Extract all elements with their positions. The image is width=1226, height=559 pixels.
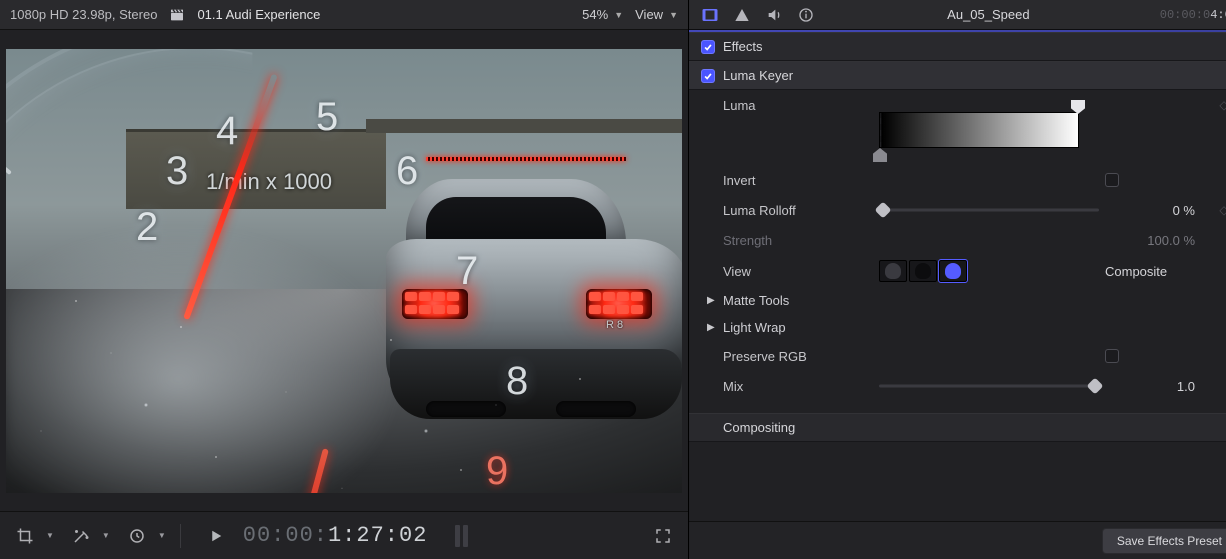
viewer-panel: 1080p HD 23.98p, Stereo 01.1 Audi Experi…: [0, 0, 689, 559]
mix-slider[interactable]: [879, 379, 1099, 393]
clapperboard-icon: [169, 7, 185, 23]
save-effects-preset-button[interactable]: Save Effects Preset: [1102, 528, 1226, 554]
viewer-canvas-wrap: R8 2 3 4 5 6 7 8 9 1/min x 1000: [0, 30, 688, 511]
chevron-down-icon: ▼: [614, 10, 623, 20]
param-row-invert: Invert ◇: [689, 165, 1226, 195]
tach-num-3: 3: [166, 149, 188, 194]
matte-tools-disclosure[interactable]: ▶ Matte Tools: [689, 287, 1226, 314]
tach-num-4: 4: [216, 109, 238, 154]
audio-inspector-tab[interactable]: [763, 4, 785, 26]
strength-value: 100.0 %: [1105, 233, 1205, 248]
crop-tool-button[interactable]: [12, 524, 38, 548]
tach-num-8: 8: [506, 359, 528, 404]
compositing-label: Compositing: [723, 420, 795, 435]
effects-enable-checkbox[interactable]: [701, 40, 715, 54]
luma-rolloff-slider[interactable]: [879, 203, 1099, 217]
light-wrap-disclosure[interactable]: ▶ Light Wrap: [689, 314, 1226, 341]
play-button[interactable]: [203, 524, 229, 548]
view-thumb-composite[interactable]: [939, 260, 967, 282]
param-row-view: View Composite ◇: [689, 255, 1226, 287]
inspector-clip-name: Au_05_Speed: [827, 7, 1150, 22]
chevron-down-icon: ▼: [669, 10, 678, 20]
param-row-luma: Luma ◇: [689, 90, 1226, 165]
tach-num-5: 5: [316, 95, 338, 140]
param-row-mix: Mix 1.0 ◇: [689, 371, 1226, 401]
zoom-menu[interactable]: 54% ▼: [582, 7, 623, 22]
viewer-timecode[interactable]: 00:00:1:27:02: [243, 523, 428, 548]
mix-label: Mix: [723, 379, 873, 394]
preserve-rgb-label: Preserve RGB: [723, 349, 873, 364]
luma-keyer-enable-checkbox[interactable]: [701, 69, 715, 83]
disclosure-triangle-icon: ▶: [707, 295, 717, 306]
inspector-body: Effects Luma Keyer Luma ◇: [689, 32, 1226, 521]
luma-rolloff-label: Luma Rolloff: [723, 203, 873, 218]
viewer-title: 01.1 Audi Experience: [197, 7, 320, 22]
tach-num-7: 7: [456, 249, 478, 294]
effects-section-header[interactable]: Effects: [689, 32, 1226, 61]
info-inspector-tab[interactable]: [795, 4, 817, 26]
tach-num-6: 6: [396, 149, 418, 194]
viewer-toolbar: 1080p HD 23.98p, Stereo 01.1 Audi Experi…: [0, 0, 688, 30]
chevron-down-icon: ▼: [46, 531, 54, 540]
luma-gradient-control[interactable]: [879, 102, 1079, 160]
matte-tools-label: Matte Tools: [723, 293, 789, 308]
tc-main: 1:27:02: [328, 523, 427, 548]
video-inspector-tab[interactable]: [699, 4, 721, 26]
viewer-format: 1080p HD 23.98p, Stereo: [10, 7, 157, 22]
invert-label: Invert: [723, 173, 873, 188]
inspector-toolbar: Au_05_Speed 00:00:04:00: [689, 0, 1226, 30]
param-row-preserve-rgb: Preserve RGB ◇: [689, 341, 1226, 371]
chevron-down-icon: ▼: [102, 531, 110, 540]
param-row-strength: Strength 100.0 % ◇: [689, 225, 1226, 255]
tachometer-overlay: 2 3 4 5 6 7 8 9 1/min x 1000: [6, 49, 506, 493]
retime-tool-button[interactable]: [124, 524, 150, 548]
inspector-panel: Au_05_Speed 00:00:04:00 Effects Luma Key…: [689, 0, 1226, 559]
view-value: Composite: [1105, 264, 1205, 279]
view-menu-label: View: [635, 7, 663, 22]
view-menu[interactable]: View ▼: [635, 7, 678, 22]
inspector-footer: Save Effects Preset: [689, 521, 1226, 559]
view-thumb-original[interactable]: [879, 260, 907, 282]
luma-label: Luma: [723, 98, 873, 113]
view-thumb-matte[interactable]: [909, 260, 937, 282]
luma-black-handle[interactable]: [873, 148, 887, 162]
viewer-transport-bar: ▼ ▼ ▼ 00:00:1:27:02: [0, 511, 688, 559]
luma-keyer-header[interactable]: Luma Keyer: [689, 61, 1226, 90]
inspector-duration: 00:00:04:00: [1160, 8, 1226, 22]
keyframe-icon[interactable]: ◇: [1211, 203, 1226, 217]
luma-rolloff-value[interactable]: 0 %: [1105, 203, 1205, 218]
preserve-rgb-checkbox[interactable]: [1105, 349, 1119, 363]
luma-keyer-label: Luma Keyer: [723, 68, 793, 83]
compositing-section-header[interactable]: Compositing: [689, 413, 1226, 442]
mix-value[interactable]: 1.0: [1105, 379, 1205, 394]
disclosure-triangle-icon: ▶: [707, 322, 717, 333]
view-param-label: View: [723, 264, 873, 279]
view-mode-picker[interactable]: [879, 260, 1099, 282]
tach-num-9: 9: [486, 449, 508, 493]
invert-checkbox[interactable]: [1105, 173, 1119, 187]
enhance-tool-button[interactable]: [68, 524, 94, 548]
fullscreen-button[interactable]: [650, 524, 676, 548]
zoom-value: 54%: [582, 7, 608, 22]
keyframe-icon[interactable]: ◇: [1211, 98, 1226, 112]
effects-label: Effects: [723, 39, 763, 54]
tc-dim: 00:00:: [243, 523, 328, 548]
color-inspector-tab[interactable]: [731, 4, 753, 26]
light-wrap-label: Light Wrap: [723, 320, 786, 335]
chevron-down-icon: ▼: [158, 531, 166, 540]
app-root: 1080p HD 23.98p, Stereo 01.1 Audi Experi…: [0, 0, 1226, 559]
audio-meters: [455, 525, 468, 547]
tach-num-2: 2: [136, 205, 158, 250]
param-row-luma-rolloff: Luma Rolloff 0 % ◇: [689, 195, 1226, 225]
tach-unit-label: 1/min x 1000: [206, 169, 332, 195]
strength-label: Strength: [723, 233, 873, 248]
viewer-canvas[interactable]: R8 2 3 4 5 6 7 8 9 1/min x 1000: [6, 49, 682, 493]
